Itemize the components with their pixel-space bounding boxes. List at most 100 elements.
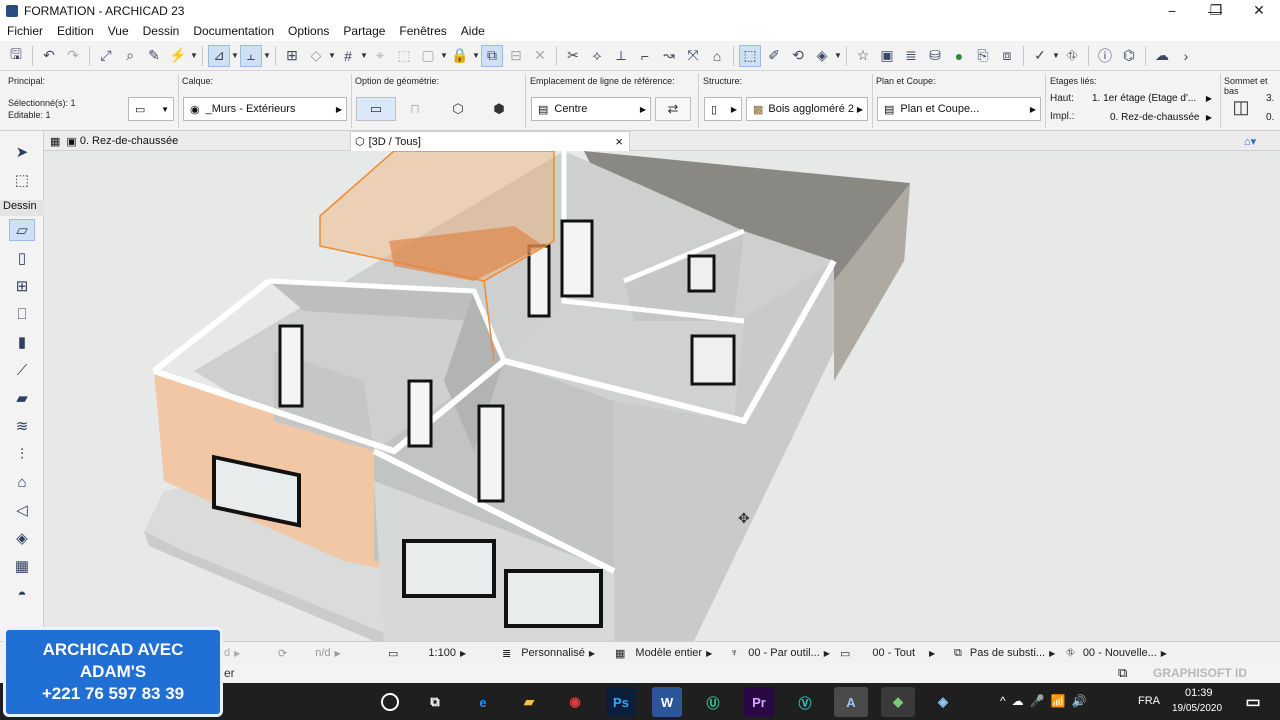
media-app-icon[interactable]: ◉ <box>560 687 590 717</box>
curve-icon[interactable]: ↝ <box>658 45 680 67</box>
eyedropper-icon[interactable]: ✎ <box>143 45 165 67</box>
mvo-control[interactable]: ▭ 00 - Tout ▶ <box>840 645 935 661</box>
structure-type-select[interactable]: ▯ ▶ <box>704 97 742 121</box>
minimize-btn[interactable]: − <box>1150 0 1194 21</box>
surface-dropdown[interactable]: ▼ <box>834 51 842 60</box>
window-tool-icon[interactable]: ⊞ <box>9 275 35 297</box>
input-language[interactable]: FRA <box>1138 695 1160 707</box>
drawing-app-icon[interactable]: ◈ <box>928 687 958 717</box>
railing-tool-icon[interactable]: ⫶ <box>9 443 35 465</box>
renovation-icon[interactable]: ⛗ <box>1061 45 1083 67</box>
magic-wand-icon[interactable]: ⚡ <box>167 45 189 67</box>
split-icon[interactable]: ✂ <box>562 45 584 67</box>
home-story-select[interactable]: 0. Rez-de-chaussée ▶ <box>1104 109 1216 126</box>
menu-fenetres[interactable]: Fenêtres <box>392 24 453 38</box>
snap-guide-icon[interactable]: ⫠ <box>240 44 262 67</box>
morph-tool-icon[interactable]: ◈ <box>9 527 35 549</box>
menu-partage[interactable]: Partage <box>336 24 392 38</box>
save-icon[interactable]: 🖫 <box>5 45 27 67</box>
library-icon[interactable]: ⛁ <box>924 45 946 67</box>
graphic-override-control[interactable]: ⧉ Pas de substi... ▶ <box>954 645 1055 661</box>
gravity-dropdown[interactable]: ▼ <box>328 51 336 60</box>
object-tool-icon[interactable]: ⎕ <box>9 303 35 325</box>
pen-set-control[interactable]: ♆ 00 - Par outil... ▶ <box>730 645 830 661</box>
more-toolbar-icon[interactable]: › <box>1175 45 1197 67</box>
cortana-icon[interactable] <box>381 693 399 711</box>
roof-tool-icon[interactable]: ⌂ <box>9 471 35 493</box>
arrow-tool-icon[interactable]: ➤ <box>9 141 35 163</box>
double-slanted-wall-button[interactable]: ⬢ <box>484 97 514 121</box>
model-view-control[interactable]: ▦ Modèle entier ▶ <box>615 645 712 661</box>
graphisoft-id-link[interactable]: GRAPHISOFT ID <box>1153 666 1247 680</box>
bottom-offset-value[interactable]: 0. <box>1266 112 1274 123</box>
resize-icon[interactable]: ⤧ <box>682 45 704 67</box>
menu-aide[interactable]: Aide <box>454 24 492 38</box>
clock-date[interactable]: 19/05/2020 <box>1172 703 1222 714</box>
photoshop-icon[interactable]: Ps <box>606 687 636 717</box>
column-tool-icon[interactable]: ▮ <box>9 331 35 353</box>
plan-coupe-button[interactable]: ▤ Plan et Coupe... ▶ <box>877 97 1041 121</box>
file-explorer-icon[interactable]: ▰ <box>514 687 544 717</box>
top-story-select[interactable]: 1. 1er étage (Etage d'... ▶ <box>1086 90 1216 107</box>
surface-icon[interactable]: ◈ <box>811 45 833 67</box>
word-icon[interactable]: W <box>652 687 682 717</box>
guide-line-icon[interactable]: ⊿ <box>208 44 230 67</box>
wall-tool-icon[interactable]: ▱ <box>9 219 35 241</box>
premiere-icon[interactable]: Pr <box>744 687 774 717</box>
edge-icon[interactable]: e <box>468 687 498 717</box>
stair-tool-icon[interactable]: ≋ <box>9 415 35 437</box>
straight-wall-button[interactable]: ▭ <box>356 97 396 121</box>
teamwork-icon[interactable]: ⧈ <box>996 45 1018 67</box>
3d-viewport[interactable]: ✥ <box>44 151 1280 641</box>
find-select-icon[interactable]: ⌕ <box>119 45 141 67</box>
check-dropdown[interactable]: ▼ <box>1052 51 1060 60</box>
renovation-filter-control[interactable]: ⛗ 00 - Nouvelle... ▶ <box>1066 645 1167 661</box>
bimcloud-icon[interactable]: ☁ <box>1151 45 1173 67</box>
map-icon[interactable]: ⌬ <box>1118 45 1140 67</box>
group-icon[interactable]: ⧉ <box>481 44 503 67</box>
layer-dropdown[interactable]: ▼ <box>440 51 448 60</box>
notifications-icon[interactable]: ▭ <box>1238 687 1268 717</box>
slab-tool-icon[interactable]: ▰ <box>9 387 35 409</box>
curtain-wall-tool-icon[interactable]: ▦ <box>9 555 35 577</box>
gravity-slab-icon[interactable]: ◇ <box>305 45 327 67</box>
layer-shape-icon[interactable]: ▢ <box>417 45 439 67</box>
intersect-icon[interactable]: ⟂ <box>610 45 632 67</box>
menu-fichier[interactable]: Fichier <box>0 24 50 38</box>
menu-options[interactable]: Options <box>281 24 336 38</box>
rotate-3d-icon[interactable]: ⟲ <box>787 45 809 67</box>
close-tab-button[interactable]: × <box>615 134 623 149</box>
system-tray-icons[interactable]: ^☁🎤📶🔊 <box>1000 694 1092 708</box>
favorites-icon[interactable]: ☆ <box>852 45 874 67</box>
scale-control[interactable]: ▭ 1:100 ▶ <box>388 645 494 661</box>
orientation-control[interactable]: ⟳ n/d ▶ <box>278 645 368 661</box>
mesh-tool-icon[interactable]: ◓ <box>9 583 35 605</box>
magic-wand-dropdown[interactable]: ▼ <box>190 51 198 60</box>
publish-icon[interactable]: ⎘ <box>972 45 994 67</box>
gravity-roof-icon[interactable]: ⬚ <box>393 45 415 67</box>
undo-icon[interactable]: ↶ <box>38 45 60 67</box>
beam-tool-icon[interactable]: ⟋ <box>9 359 35 381</box>
info-icon[interactable]: ⓘ <box>1094 45 1116 67</box>
restore-button[interactable]: ❐ <box>1194 0 1238 21</box>
door-tool-icon[interactable]: ▯ <box>9 247 35 269</box>
menu-dessin[interactable]: Dessin <box>136 24 187 38</box>
grid-icon[interactable]: # <box>337 45 359 67</box>
gravity-icon[interactable]: ⊞ <box>281 45 303 67</box>
globe-icon[interactable]: ● <box>948 45 970 67</box>
wall-settings-button[interactable]: ▭ ▼ <box>128 97 174 121</box>
shell-tool-icon[interactable]: ◁ <box>9 499 35 521</box>
lock-icon[interactable]: 🔒 <box>449 45 471 67</box>
vpn-icon[interactable]: Ⓥ <box>790 687 820 717</box>
top-offset-value[interactable]: 3. <box>1266 93 1274 104</box>
menu-edition[interactable]: Edition <box>50 24 101 38</box>
pick-up-icon[interactable]: ⤢ <box>95 45 117 67</box>
upwork-icon[interactable]: Ⓤ <box>698 687 728 717</box>
navigator-icon[interactable]: ▣ <box>876 45 898 67</box>
check-icon[interactable]: ✓ <box>1029 45 1051 67</box>
menu-documentation[interactable]: Documentation <box>186 24 281 38</box>
building-material-select[interactable]: ▩ Bois aggloméré 2 ▶ <box>746 97 868 121</box>
tab-floor-plan[interactable]: ▦ ▣ 0. Rez-de-chaussée <box>46 131 346 151</box>
redo-icon[interactable]: ↷ <box>62 45 84 67</box>
reference-line-select[interactable]: ▤ Centre ▶ <box>531 97 651 121</box>
